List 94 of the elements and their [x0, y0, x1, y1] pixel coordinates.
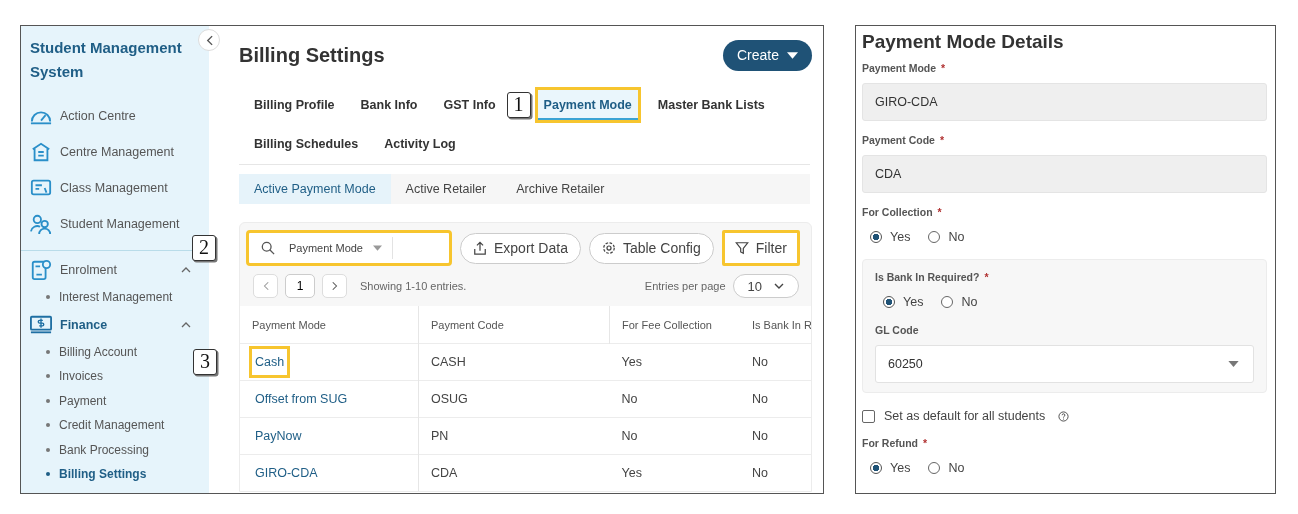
sidebar-subitem[interactable]: Bank Processing: [30, 437, 150, 462]
tab[interactable]: Bank Info: [351, 87, 427, 123]
sidebar-subitem[interactable]: Billing Settings: [30, 462, 147, 487]
chevron-right-icon: [331, 281, 338, 291]
subtab[interactable]: Active Payment Mode: [239, 174, 391, 204]
previous-page-button[interactable]: [253, 274, 278, 298]
callout-number: 2: [192, 235, 216, 261]
text-field[interactable]: GIRO-CDA: [862, 83, 1267, 121]
payment-mode-link[interactable]: Cash: [249, 346, 291, 378]
text-field[interactable]: CDA: [862, 155, 1267, 193]
callout-number: 3: [193, 349, 217, 375]
clipboard-plus-icon: [30, 259, 52, 281]
entries-summary: Showing 1-10 entries.: [360, 280, 467, 292]
settings-icon: [601, 241, 616, 255]
export-button[interactable]: Export Data: [460, 232, 581, 264]
search-field[interactable]: Payment Mode: [246, 230, 452, 266]
column-header: Is Bank In R: [740, 306, 811, 344]
next-page-button[interactable]: [322, 274, 347, 298]
tab[interactable]: Master Bank Lists: [648, 87, 774, 123]
help-icon: [1058, 410, 1070, 422]
building-icon: [30, 141, 52, 163]
table-config-button[interactable]: Table Config: [588, 232, 714, 264]
sidebar-item[interactable]: Action Centre: [30, 98, 136, 134]
radio-option[interactable]: No: [928, 230, 965, 244]
table-cell: No: [740, 417, 811, 455]
panel-title: Payment Mode Details: [862, 31, 1065, 53]
payment-mode-link[interactable]: Offset from SUG: [249, 383, 354, 415]
column-header: Payment Mode: [240, 306, 419, 344]
money-icon: [30, 313, 52, 336]
sidebar-item[interactable]: Centre Management: [30, 134, 174, 170]
sidebar-subitem[interactable]: Interest Management: [30, 285, 173, 310]
upload-icon: [473, 241, 487, 255]
caret-icon: [373, 245, 382, 251]
dropdown-field[interactable]: 60250: [875, 345, 1254, 383]
sidebar-item[interactable]: Student Management: [30, 206, 180, 242]
per-page-dropdown[interactable]: 10: [732, 274, 799, 298]
subtab[interactable]: Active Retailer: [390, 174, 502, 204]
create-button[interactable]: Create: [722, 39, 812, 71]
field-label: Payment Code *: [862, 134, 946, 146]
filter-icon: [734, 241, 749, 255]
chevron-up-icon: [181, 321, 191, 328]
table-cell: Yes: [609, 454, 740, 491]
radio-option[interactable]: Yes: [883, 295, 924, 309]
field-label: For Refund *: [862, 437, 929, 449]
search-icon: [261, 241, 275, 255]
field-label: For Collection *: [862, 206, 943, 218]
field-label: Payment Mode *: [862, 62, 947, 74]
table-cell: No: [609, 417, 740, 455]
radio-option[interactable]: No: [928, 461, 965, 475]
radio-option[interactable]: Yes: [870, 230, 911, 244]
radio-option[interactable]: Yes: [870, 461, 911, 475]
column-header: Payment Code: [418, 306, 610, 344]
table-cell: PN: [418, 417, 610, 455]
table-cell: No: [740, 380, 811, 418]
app-title: Student Management System: [30, 38, 183, 82]
sidebar-item[interactable]: Class Management: [30, 170, 168, 206]
sidebar-subitem[interactable]: Invoices: [30, 364, 104, 389]
table-cell: No: [740, 454, 811, 491]
chevron-down-icon: [774, 283, 784, 289]
callout-number: 1: [506, 92, 531, 118]
chevron-up-icon: [181, 267, 191, 273]
table-cell: Yes: [609, 343, 740, 381]
page-number-button[interactable]: 1: [285, 274, 315, 298]
column-header: For Fee Collection: [609, 306, 740, 344]
filter-button[interactable]: Filter: [721, 230, 800, 266]
default-checkbox[interactable]: Set as default for all students: [862, 409, 1267, 423]
page-title: Billing Settings: [239, 43, 385, 67]
caret-icon: [787, 51, 798, 59]
payment-mode-link[interactable]: PayNow: [249, 420, 308, 452]
chevron-left-icon: [262, 281, 269, 291]
sidebar-subitem[interactable]: Credit Management: [30, 413, 165, 438]
tab[interactable]: Activity Log: [375, 126, 465, 162]
sidebar-subitem[interactable]: Payment: [30, 388, 107, 413]
chevron-left-icon: [205, 34, 213, 46]
table-cell: CASH: [418, 343, 610, 381]
entries-per-page-label: Entries per page: [644, 280, 726, 292]
sidebar-group[interactable]: Finance: [30, 309, 209, 340]
field-label: Is Bank In Required? *: [875, 271, 990, 283]
subtab[interactable]: Archive Retailer: [501, 174, 620, 204]
tab[interactable]: Billing Schedules: [245, 126, 368, 162]
payment-mode-link[interactable]: GIRO-CDA: [249, 457, 324, 489]
sidebar-subitem[interactable]: Billing Account: [30, 339, 138, 364]
people-icon: [30, 213, 52, 235]
table-cell: No: [740, 343, 811, 381]
caret-icon: [1228, 361, 1239, 367]
tab[interactable]: Payment Mode: [534, 87, 641, 123]
table-cell: No: [609, 380, 740, 418]
tab[interactable]: Billing Profile: [245, 87, 344, 123]
table-cell: OSUG: [418, 380, 610, 418]
radio-option[interactable]: No: [941, 295, 978, 309]
tab[interactable]: GST Info: [434, 87, 505, 123]
collapse-button[interactable]: [198, 29, 220, 51]
table-cell: CDA: [418, 454, 610, 491]
field-label: GL Code: [875, 324, 920, 336]
